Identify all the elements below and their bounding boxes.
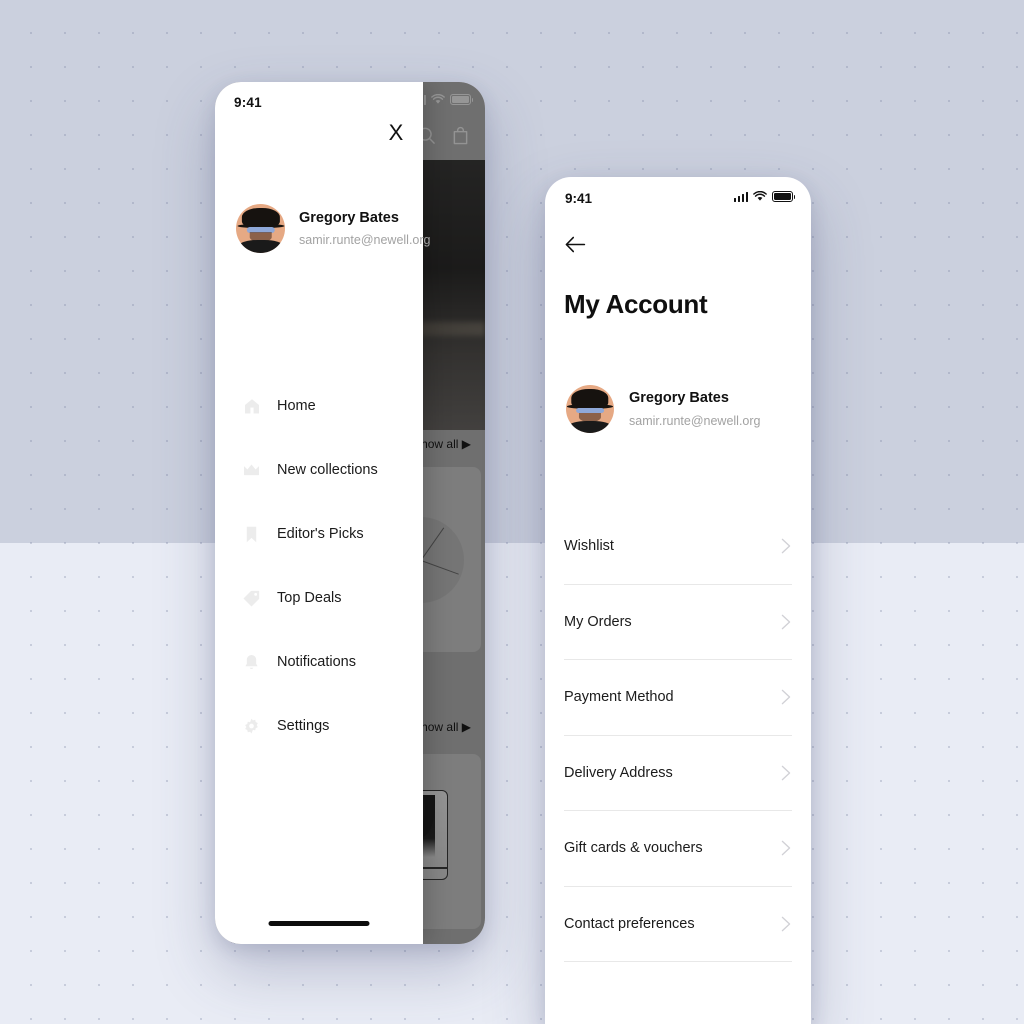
sidebar-item-settings[interactable]: Settings bbox=[215, 694, 423, 758]
close-icon: X bbox=[388, 120, 404, 145]
sidebar-item-label: Editor's Picks bbox=[277, 526, 364, 542]
account-item-contact-preferences[interactable]: Contact preferences bbox=[564, 887, 792, 962]
profile-name: Gregory Bates bbox=[629, 390, 729, 407]
sidebar-item-new-collections[interactable]: New collections bbox=[215, 438, 423, 502]
battery-full-icon bbox=[450, 94, 474, 105]
avatar bbox=[566, 385, 614, 433]
wifi-icon bbox=[753, 191, 767, 201]
list-item-label: Wishlist bbox=[564, 538, 614, 555]
chevron-right-icon bbox=[781, 765, 791, 781]
shop-header-actions bbox=[417, 126, 469, 145]
status-bar-time: 9:41 bbox=[565, 191, 593, 206]
sidebar-item-top-deals[interactable]: Top Deals bbox=[215, 566, 423, 630]
account-item-my-orders[interactable]: My Orders bbox=[564, 585, 792, 660]
sidebar-item-notifications[interactable]: Notifications bbox=[215, 630, 423, 694]
account-status-bar: 9:41 bbox=[545, 177, 811, 217]
crown-icon bbox=[243, 461, 260, 479]
wifi-icon bbox=[431, 94, 445, 104]
list-item-label: Delivery Address bbox=[564, 764, 673, 781]
backdrop-dot-grid bbox=[0, 0, 1024, 1024]
chevron-right-icon bbox=[781, 840, 791, 856]
profile-email: samir.runte@newell.org bbox=[299, 233, 431, 248]
account-status-icons bbox=[733, 191, 796, 202]
drawer-profile[interactable]: Gregory Bates samir.runte@newell.org bbox=[236, 204, 431, 253]
sidebar-item-editors-picks[interactable]: Editor's Picks bbox=[215, 502, 423, 566]
bell-icon bbox=[243, 653, 260, 671]
phone-left-menu-drawer: Show all ▶ e bbox=[215, 82, 485, 944]
drawer-profile-text: Gregory Bates samir.runte@newell.org bbox=[299, 209, 431, 249]
shopping-bag-icon[interactable] bbox=[452, 126, 469, 145]
cellular-bars-icon bbox=[733, 191, 748, 202]
tag-icon bbox=[243, 589, 260, 607]
drawer-nav-list: Home New collections Editor's Picks Top … bbox=[215, 374, 423, 758]
chevron-right-icon bbox=[781, 614, 791, 630]
chevron-right-icon bbox=[781, 916, 791, 932]
home-icon bbox=[243, 397, 260, 415]
drawer-status-bar: 9:41 bbox=[215, 82, 423, 122]
backdrop-canvas bbox=[0, 0, 1024, 1024]
profile-email: samir.runte@newell.org bbox=[629, 413, 761, 428]
sidebar-item-label: New collections bbox=[277, 462, 378, 478]
battery-full-icon bbox=[772, 191, 796, 202]
account-item-wishlist[interactable]: Wishlist bbox=[564, 509, 792, 585]
sidebar-item-label: Home bbox=[277, 398, 316, 414]
account-profile[interactable]: Gregory Bates samir.runte@newell.org bbox=[566, 385, 761, 433]
chevron-right-icon bbox=[781, 538, 791, 554]
back-button[interactable] bbox=[560, 229, 590, 259]
bookmark-icon bbox=[243, 525, 260, 543]
sidebar-item-home[interactable]: Home bbox=[215, 374, 423, 438]
gear-icon bbox=[243, 717, 260, 735]
close-drawer-button[interactable]: X bbox=[381, 118, 411, 148]
status-bar-time: 9:41 bbox=[234, 95, 262, 110]
page-title: My Account bbox=[564, 289, 708, 319]
account-profile-text: Gregory Bates samir.runte@newell.org bbox=[629, 389, 761, 429]
profile-name: Gregory Bates bbox=[299, 209, 399, 226]
list-item-label: Payment Method bbox=[564, 689, 674, 706]
account-item-delivery-address[interactable]: Delivery Address bbox=[564, 736, 792, 811]
account-item-gift-cards-vouchers[interactable]: Gift cards & vouchers bbox=[564, 811, 792, 887]
home-indicator bbox=[268, 921, 370, 926]
phone-right-my-account: 9:41 My Account Gregory Bates samir.runt… bbox=[545, 177, 811, 1024]
sidebar-item-label: Top Deals bbox=[277, 590, 342, 606]
sidebar-item-label: Notifications bbox=[277, 654, 356, 670]
list-item-label: My Orders bbox=[564, 613, 632, 630]
account-menu-list: Wishlist My Orders Payment Method Delive… bbox=[564, 509, 792, 962]
account-item-payment-method[interactable]: Payment Method bbox=[564, 660, 792, 736]
list-item-label: Gift cards & vouchers bbox=[564, 840, 703, 857]
sidebar-item-label: Settings bbox=[277, 718, 330, 734]
navigation-drawer: 9:41 X Gregory Bates samir.runte@newell.… bbox=[215, 82, 431, 944]
chevron-right-icon bbox=[781, 689, 791, 705]
arrow-left-icon bbox=[565, 236, 585, 252]
avatar bbox=[236, 204, 285, 253]
list-item-label: Contact preferences bbox=[564, 915, 695, 932]
